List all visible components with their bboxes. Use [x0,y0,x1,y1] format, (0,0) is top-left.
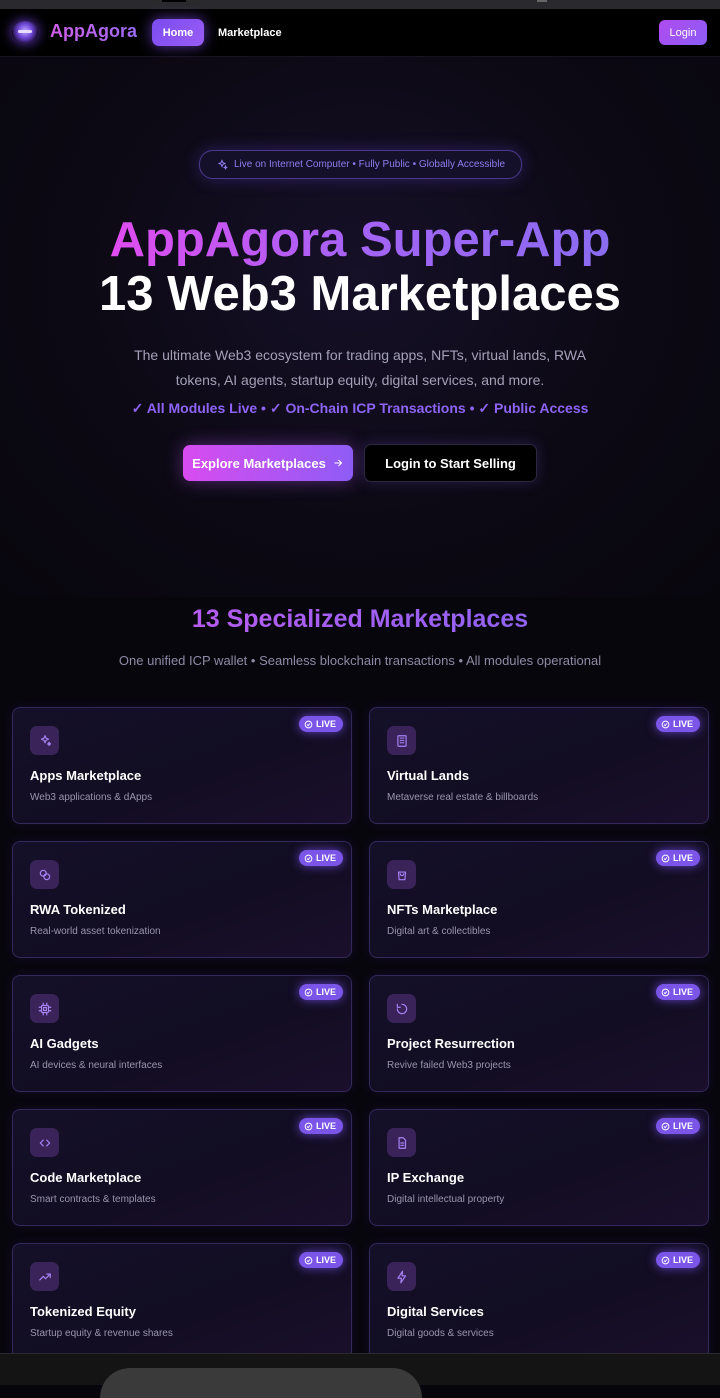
card-title: IP Exchange [387,1170,465,1185]
card-subtitle: Revive failed Web3 projects [387,1060,511,1071]
section-subtitle: One unified ICP wallet • Seamless blockc… [118,653,602,668]
live-badge: LIVE [655,850,700,866]
live-badge-label: LIVE [672,1255,693,1265]
live-badge-label: LIVE [315,1121,336,1131]
check-circle-icon [304,720,313,728]
marketplace-card[interactable]: LIVE Tokenized Equity Startup equity & rev… [12,1243,352,1360]
card-subtitle: Web3 applications & dApps [30,792,153,803]
live-badge: LIVE [655,1252,700,1268]
card-title: AI Gadgets [30,1036,99,1051]
card-subtitle: AI devices & neural interfaces [30,1060,163,1071]
marketplace-card[interactable]: LIVE Virtual Lands Metaverse real estate &… [369,707,709,824]
card-title: NFTs Marketplace [387,902,498,917]
live-badge: LIVE [298,1252,343,1268]
marketplace-card[interactable]: LIVE NFTs Marketplace Digital art & collec… [369,841,709,958]
live-badge-label: LIVE [315,1255,336,1265]
marketplace-card[interactable]: LIVE RWA Tokenized Real-world asset tokeni… [12,841,352,958]
document-icon [387,1128,416,1157]
hero-background [0,57,720,597]
shopping-bag-icon [387,860,416,889]
card-title: Project Resurrection [387,1036,515,1051]
explore-marketplaces-button[interactable]: Explore Marketplaces [183,445,353,481]
live-badge-label: LIVE [315,987,336,997]
check-circle-icon [304,854,313,862]
card-subtitle: Startup equity & revenue shares [30,1328,173,1339]
card-title: Apps Marketplace [30,768,142,783]
check-circle-icon [304,1122,313,1130]
lightning-icon [387,1262,416,1291]
brand-name[interactable]: AppAgora [50,21,137,42]
explore-label: Explore Marketplaces [192,455,326,471]
code-icon [30,1128,59,1157]
card-title: Virtual Lands [387,768,470,783]
logo-icon[interactable] [12,21,38,43]
live-badge: LIVE [655,716,700,732]
gesture-handle [100,1368,422,1398]
card-subtitle: Digital art & collectibles [387,926,491,937]
marketplace-card[interactable]: LIVE Apps Marketplace Web3 applications & … [12,707,352,824]
section-title: 13 Specialized Marketplaces [191,605,529,633]
live-badge-label: LIVE [672,853,693,863]
card-subtitle: Digital intellectual property [387,1194,505,1205]
coins-icon [30,860,59,889]
card-title: RWA Tokenized [30,902,126,917]
bottom-system-bar [0,1353,720,1398]
card-subtitle: Real-world asset tokenization [30,926,161,937]
check-circle-icon [661,1256,670,1264]
check-circle-icon [304,988,313,996]
login-button[interactable]: Login [659,20,707,45]
marketplace-card[interactable]: LIVE Digital Services Digital goods & serv… [369,1243,709,1360]
trending-up-icon [30,1262,59,1291]
live-badge: LIVE [298,1118,343,1134]
nav-marketplace-link[interactable]: Marketplace [218,19,282,46]
live-badge-label: LIVE [672,719,693,729]
card-subtitle: Smart contracts & templates [30,1194,156,1205]
marketplace-card[interactable]: LIVE IP Exchange Digital intellectual prop… [369,1109,709,1226]
live-status-pill: Live on Internet Computer • Fully Public… [199,150,522,179]
top-nav: AppAgora Home Marketplace Login [0,9,720,57]
arrow-right-icon [334,459,343,467]
pill-text: Live on Internet Computer • Fully Public… [233,159,505,170]
live-badge: LIVE [655,984,700,1000]
sparkles-icon [30,726,59,755]
live-badge-label: LIVE [672,987,693,997]
card-subtitle: Metaverse real estate & billboards [387,792,539,803]
hero-title-line2: 13 Web3 Marketplaces [98,267,622,321]
live-badge: LIVE [298,716,343,732]
hero-description: The ultimate Web3 ecosystem for trading … [134,347,586,388]
live-badge-label: LIVE [672,1121,693,1131]
nav-home-button[interactable]: Home [152,19,204,46]
marketplace-card[interactable]: LIVE AI Gadgets AI devices & neural interf… [12,975,352,1092]
live-badge: LIVE [298,850,343,866]
check-circle-icon [661,854,670,862]
marketplace-card[interactable]: LIVE Project Resurrection Revive failed We… [369,975,709,1092]
cpu-icon [30,994,59,1023]
check-circle-icon [661,720,670,728]
live-badge-label: LIVE [315,719,336,729]
hero-checks: ✓ All Modules Live • ✓ On-Chain ICP Tran… [131,400,589,416]
live-badge: LIVE [655,1118,700,1134]
card-title: Digital Services [387,1304,484,1319]
rotate-icon [387,994,416,1023]
check-circle-icon [304,1256,313,1264]
sparkles-icon [217,158,228,170]
marketplace-card[interactable]: LIVE Code Marketplace Smart contracts & te… [12,1109,352,1226]
login-to-sell-button[interactable]: Login to Start Selling [364,444,537,482]
check-circle-icon [661,988,670,996]
status-strip [0,0,720,9]
live-badge: LIVE [298,984,343,1000]
check-circle-icon [661,1122,670,1130]
card-title: Tokenized Equity [30,1304,136,1319]
card-title: Code Marketplace [30,1170,142,1185]
building-icon [387,726,416,755]
hero-title-line1: AppAgora Super-App [109,213,611,267]
card-subtitle: Digital goods & services [387,1328,494,1339]
live-badge-label: LIVE [315,853,336,863]
